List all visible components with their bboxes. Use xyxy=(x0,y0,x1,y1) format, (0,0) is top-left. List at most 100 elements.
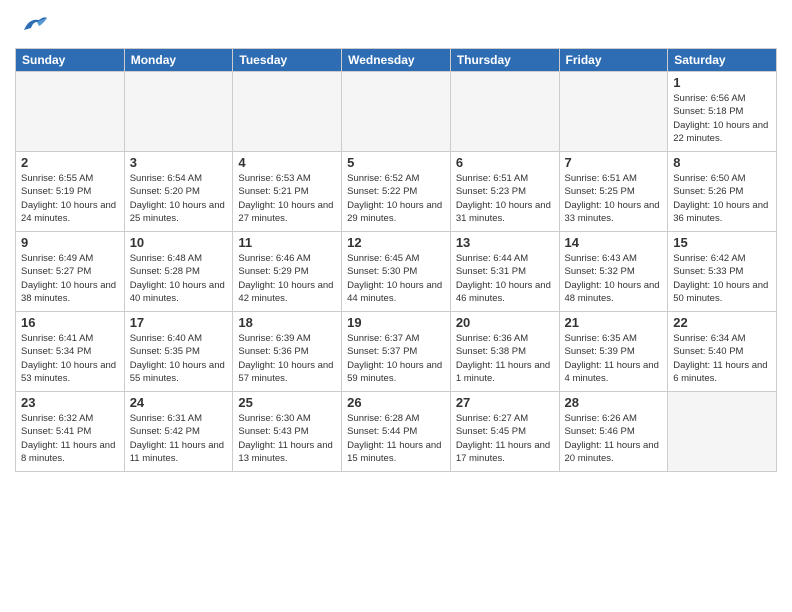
calendar-cell xyxy=(668,392,777,472)
calendar-cell: 11 Sunrise: 6:46 AM Sunset: 5:29 PM Dayli… xyxy=(233,232,342,312)
day-number: 7 xyxy=(565,155,663,170)
weekday-header-wednesday: Wednesday xyxy=(342,49,451,72)
calendar-table: SundayMondayTuesdayWednesdayThursdayFrid… xyxy=(15,48,777,472)
weekday-header-tuesday: Tuesday xyxy=(233,49,342,72)
weekday-header-saturday: Saturday xyxy=(668,49,777,72)
day-number: 5 xyxy=(347,155,445,170)
day-number: 17 xyxy=(130,315,228,330)
calendar-cell xyxy=(16,72,125,152)
day-number: 24 xyxy=(130,395,228,410)
calendar-week-4: 23 Sunrise: 6:32 AM Sunset: 5:41 PM Dayli… xyxy=(16,392,777,472)
calendar-cell: 8 Sunrise: 6:50 AM Sunset: 5:26 PM Daylig… xyxy=(668,152,777,232)
calendar-cell: 17Sunrise: 6:40 AM Sunset: 5:35 PM Dayli… xyxy=(124,312,233,392)
calendar-cell: 28 Sunrise: 6:26 AM Sunset: 5:46 PM Dayli… xyxy=(559,392,668,472)
day-number: 2 xyxy=(21,155,119,170)
day-info: Sunrise: 6:50 AM Sunset: 5:26 PM Dayligh… xyxy=(673,172,771,225)
calendar-cell: 15 Sunrise: 6:42 AM Sunset: 5:33 PM Dayli… xyxy=(668,232,777,312)
day-info: Sunrise: 6:45 AM Sunset: 5:30 PM Dayligh… xyxy=(347,252,445,305)
day-number: 11 xyxy=(238,235,336,250)
day-info: Sunrise: 6:26 AM Sunset: 5:46 PM Dayligh… xyxy=(565,412,663,465)
day-number: 22 xyxy=(673,315,771,330)
day-number: 27 xyxy=(456,395,554,410)
day-info: Sunrise: 6:52 AM Sunset: 5:22 PM Dayligh… xyxy=(347,172,445,225)
day-info: Sunrise: 6:55 AM Sunset: 5:19 PM Dayligh… xyxy=(21,172,119,225)
day-info: Sunrise: 6:27 AM Sunset: 5:45 PM Dayligh… xyxy=(456,412,554,465)
calendar-cell xyxy=(450,72,559,152)
day-number: 6 xyxy=(456,155,554,170)
day-number: 20 xyxy=(456,315,554,330)
day-info: Sunrise: 6:31 AM Sunset: 5:42 PM Dayligh… xyxy=(130,412,228,465)
calendar-week-3: 16 Sunrise: 6:41 AM Sunset: 5:34 PM Dayli… xyxy=(16,312,777,392)
calendar-cell: 7 Sunrise: 6:51 AM Sunset: 5:25 PM Daylig… xyxy=(559,152,668,232)
day-number: 4 xyxy=(238,155,336,170)
calendar-cell xyxy=(559,72,668,152)
day-number: 14 xyxy=(565,235,663,250)
day-info: Sunrise: 6:32 AM Sunset: 5:41 PM Dayligh… xyxy=(21,412,119,465)
day-info: Sunrise: 6:54 AM Sunset: 5:20 PM Dayligh… xyxy=(130,172,228,225)
day-number: 18 xyxy=(238,315,336,330)
day-number: 21 xyxy=(565,315,663,330)
calendar-week-1: 2 Sunrise: 6:55 AM Sunset: 5:19 PM Daylig… xyxy=(16,152,777,232)
calendar-cell xyxy=(124,72,233,152)
day-number: 26 xyxy=(347,395,445,410)
day-info: Sunrise: 6:39 AM Sunset: 5:36 PM Dayligh… xyxy=(238,332,336,385)
day-number: 23 xyxy=(21,395,119,410)
day-info: Sunrise: 6:42 AM Sunset: 5:33 PM Dayligh… xyxy=(673,252,771,305)
calendar-cell: 9Sunrise: 6:49 AM Sunset: 5:27 PM Daylig… xyxy=(16,232,125,312)
weekday-header-monday: Monday xyxy=(124,49,233,72)
calendar-cell: 2 Sunrise: 6:55 AM Sunset: 5:19 PM Daylig… xyxy=(16,152,125,232)
day-info: Sunrise: 6:41 AM Sunset: 5:34 PM Dayligh… xyxy=(21,332,119,385)
calendar-cell xyxy=(233,72,342,152)
day-number: 25 xyxy=(238,395,336,410)
day-number: 19 xyxy=(347,315,445,330)
day-number: 3 xyxy=(130,155,228,170)
day-info: Sunrise: 6:53 AM Sunset: 5:21 PM Dayligh… xyxy=(238,172,336,225)
header xyxy=(15,10,777,40)
calendar-cell: 20 Sunrise: 6:36 AM Sunset: 5:38 PM Dayli… xyxy=(450,312,559,392)
day-number: 8 xyxy=(673,155,771,170)
calendar-cell: 18 Sunrise: 6:39 AM Sunset: 5:36 PM Dayli… xyxy=(233,312,342,392)
day-info: Sunrise: 6:36 AM Sunset: 5:38 PM Dayligh… xyxy=(456,332,554,385)
logo-bird-icon xyxy=(19,10,49,40)
day-number: 10 xyxy=(130,235,228,250)
day-info: Sunrise: 6:56 AM Sunset: 5:18 PM Dayligh… xyxy=(673,92,771,145)
calendar-cell: 21 Sunrise: 6:35 AM Sunset: 5:39 PM Dayli… xyxy=(559,312,668,392)
day-info: Sunrise: 6:51 AM Sunset: 5:23 PM Dayligh… xyxy=(456,172,554,225)
day-info: Sunrise: 6:28 AM Sunset: 5:44 PM Dayligh… xyxy=(347,412,445,465)
calendar-cell: 22 Sunrise: 6:34 AM Sunset: 5:40 PM Dayli… xyxy=(668,312,777,392)
calendar-cell: 6 Sunrise: 6:51 AM Sunset: 5:23 PM Daylig… xyxy=(450,152,559,232)
calendar-cell: 16 Sunrise: 6:41 AM Sunset: 5:34 PM Dayli… xyxy=(16,312,125,392)
calendar-cell: 13 Sunrise: 6:44 AM Sunset: 5:31 PM Dayli… xyxy=(450,232,559,312)
day-number: 16 xyxy=(21,315,119,330)
weekday-header-row: SundayMondayTuesdayWednesdayThursdayFrid… xyxy=(16,49,777,72)
day-info: Sunrise: 6:44 AM Sunset: 5:31 PM Dayligh… xyxy=(456,252,554,305)
weekday-header-sunday: Sunday xyxy=(16,49,125,72)
calendar-week-0: 1Sunrise: 6:56 AM Sunset: 5:18 PM Daylig… xyxy=(16,72,777,152)
day-info: Sunrise: 6:51 AM Sunset: 5:25 PM Dayligh… xyxy=(565,172,663,225)
calendar-cell: 4 Sunrise: 6:53 AM Sunset: 5:21 PM Daylig… xyxy=(233,152,342,232)
calendar-cell: 24 Sunrise: 6:31 AM Sunset: 5:42 PM Dayli… xyxy=(124,392,233,472)
calendar-cell: 19 Sunrise: 6:37 AM Sunset: 5:37 PM Dayli… xyxy=(342,312,451,392)
calendar-cell: 1Sunrise: 6:56 AM Sunset: 5:18 PM Daylig… xyxy=(668,72,777,152)
calendar-cell: 3 Sunrise: 6:54 AM Sunset: 5:20 PM Daylig… xyxy=(124,152,233,232)
calendar-cell: 27 Sunrise: 6:27 AM Sunset: 5:45 PM Dayli… xyxy=(450,392,559,472)
day-number: 13 xyxy=(456,235,554,250)
calendar-cell: 25 Sunrise: 6:30 AM Sunset: 5:43 PM Dayli… xyxy=(233,392,342,472)
day-info: Sunrise: 6:35 AM Sunset: 5:39 PM Dayligh… xyxy=(565,332,663,385)
day-info: Sunrise: 6:30 AM Sunset: 5:43 PM Dayligh… xyxy=(238,412,336,465)
day-number: 9 xyxy=(21,235,119,250)
calendar-cell: 23 Sunrise: 6:32 AM Sunset: 5:41 PM Dayli… xyxy=(16,392,125,472)
calendar-cell: 12 Sunrise: 6:45 AM Sunset: 5:30 PM Dayli… xyxy=(342,232,451,312)
day-number: 12 xyxy=(347,235,445,250)
calendar-cell: 5 Sunrise: 6:52 AM Sunset: 5:22 PM Daylig… xyxy=(342,152,451,232)
day-info: Sunrise: 6:34 AM Sunset: 5:40 PM Dayligh… xyxy=(673,332,771,385)
logo xyxy=(15,10,49,40)
weekday-header-thursday: Thursday xyxy=(450,49,559,72)
day-info: Sunrise: 6:46 AM Sunset: 5:29 PM Dayligh… xyxy=(238,252,336,305)
calendar-cell: 26 Sunrise: 6:28 AM Sunset: 5:44 PM Dayli… xyxy=(342,392,451,472)
calendar-week-2: 9Sunrise: 6:49 AM Sunset: 5:27 PM Daylig… xyxy=(16,232,777,312)
day-number: 15 xyxy=(673,235,771,250)
day-info: Sunrise: 6:37 AM Sunset: 5:37 PM Dayligh… xyxy=(347,332,445,385)
day-number: 28 xyxy=(565,395,663,410)
calendar-cell xyxy=(342,72,451,152)
